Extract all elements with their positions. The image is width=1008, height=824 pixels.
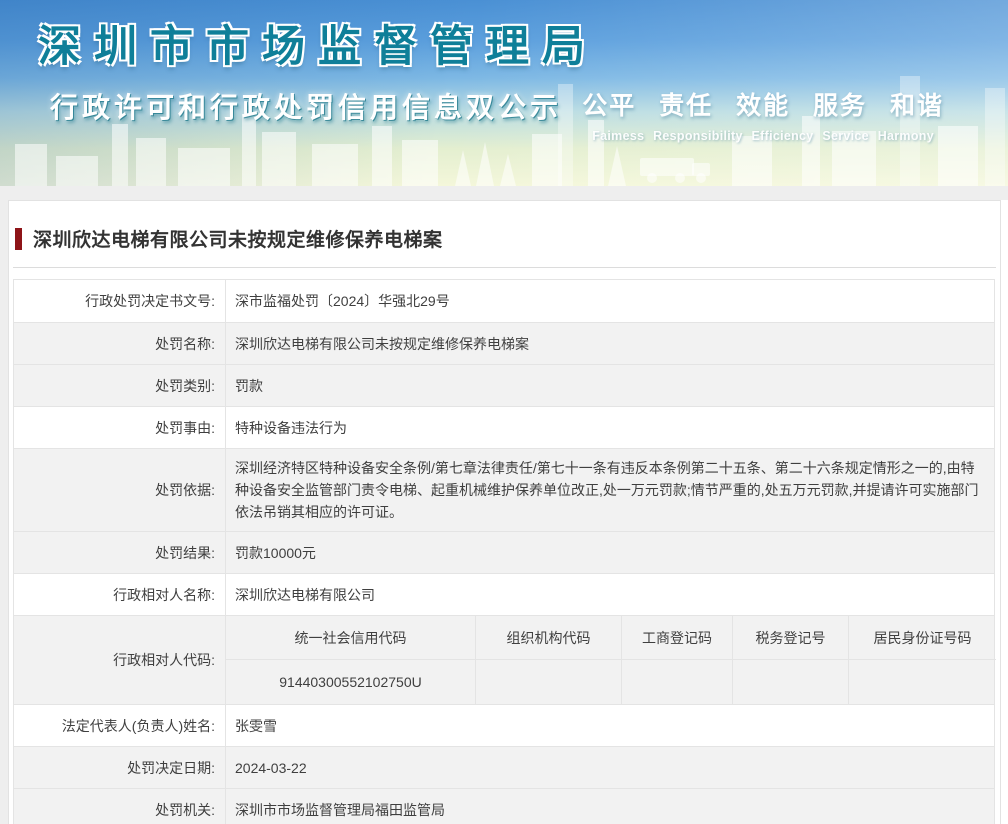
row-label: 处罚机关:: [14, 789, 226, 824]
row-value: 罚款: [235, 377, 263, 394]
table-row: 行政处罚决定书文号: 深市监福处罚〔2024〕华强北29号: [14, 280, 994, 322]
page-background-gap: [0, 186, 1008, 200]
row-value: 深圳经济特区特种设备安全条例/第七章法律责任/第七十一条有违反本条例第二十五条、…: [235, 460, 979, 520]
penalty-info-table: 行政处罚决定书文号: 深市监福处罚〔2024〕华强北29号 处罚名称: 深圳欣达电梯有…: [13, 279, 996, 824]
row-value: 统一社会信用代码 组织机构代码 工商登记码 税务登记号 居民身份证号码 914403005…: [226, 616, 996, 704]
row-label: 处罚决定日期:: [14, 747, 226, 788]
row-label: 行政处罚决定书文号:: [14, 280, 226, 322]
agency-title: 深圳市市场监督管理局: [38, 23, 598, 71]
title-divider: [13, 267, 996, 268]
code-value: 91440300552102750U: [279, 674, 422, 690]
table-row: 处罚类别: 罚款: [14, 364, 994, 406]
table-row: 行政相对人代码: 统一社会信用代码 组织机构代码 工商登记码 税务登记号 居民身份证号码 9…: [14, 615, 996, 704]
table-row: 处罚结果: 罚款10000元: [14, 531, 994, 573]
table-row: 处罚依据: 深圳经济特区特种设备安全条例/第七章法律责任/第七十一条有违反本条例第…: [14, 448, 994, 531]
table-row: 处罚决定日期: 2024-03-22: [14, 746, 994, 788]
table-row: 法定代表人(负责人)姓名: 张雯雪: [14, 704, 994, 746]
site-banner: 深圳市市场监督管理局 行政许可和行政处罚信用信息双公示 公平 责任 效能 服务 …: [0, 0, 1008, 186]
row-value: 深圳欣达电梯有限公司未按规定维修保养电梯案: [235, 335, 529, 352]
row-label: 处罚结果:: [14, 532, 226, 573]
table-row: 行政相对人名称: 深圳欣达电梯有限公司: [14, 573, 994, 615]
page-title: 深圳欣达电梯有限公司未按规定维修保养电梯案: [33, 230, 443, 251]
row-value: 张雯雪: [235, 717, 277, 734]
motto-chinese: 公平 责任 效能 服务 和谐: [582, 92, 944, 120]
page-body: 深圳欣达电梯有限公司未按规定维修保养电梯案 行政处罚决定书文号: 深市监福处罚〔2…: [0, 186, 1008, 824]
row-label: 处罚依据:: [14, 449, 226, 531]
case-title-row: 深圳欣达电梯有限公司未按规定维修保养电梯案: [9, 201, 1000, 252]
row-value: 2024-03-22: [235, 759, 307, 776]
code-column-header: 居民身份证号码: [848, 616, 996, 660]
row-value: 特种设备违法行为: [235, 419, 347, 436]
code-value: [621, 660, 732, 704]
code-column-header: 工商登记码: [621, 616, 732, 660]
motto-block: 公平 责任 效能 服务 和谐 Faimess Responsibility Ef…: [582, 86, 944, 143]
row-label: 处罚类别:: [14, 365, 226, 406]
content-card: 深圳欣达电梯有限公司未按规定维修保养电梯案 行政处罚决定书文号: 深市监福处罚〔2…: [8, 200, 1001, 824]
row-label: 行政相对人代码:: [14, 616, 226, 704]
row-label: 处罚事由:: [14, 407, 226, 448]
row-value: 深圳市市场监督管理局福田监管局: [235, 801, 445, 818]
title-marker: [15, 227, 22, 250]
code-column-header: 税务登记号: [732, 616, 848, 660]
banner-subtitle: 行政许可和行政处罚信用信息双公示: [50, 92, 563, 123]
row-value: 深市监福处罚〔2024〕华强北29号: [235, 293, 450, 309]
row-value: 罚款10000元: [235, 544, 316, 561]
codes-table: 统一社会信用代码 组织机构代码 工商登记码 税务登记号 居民身份证号码 914403005…: [226, 616, 996, 704]
row-label: 法定代表人(负责人)姓名:: [14, 705, 226, 746]
row-label: 行政相对人名称:: [14, 574, 226, 615]
row-label: 处罚名称:: [14, 323, 226, 364]
page-left-gutter: [0, 186, 8, 824]
code-column-header: 统一社会信用代码: [226, 616, 475, 660]
table-row: 处罚名称: 深圳欣达电梯有限公司未按规定维修保养电梯案: [14, 322, 994, 364]
code-value: [848, 660, 996, 704]
table-row: 处罚机关: 深圳市市场监督管理局福田监管局: [14, 788, 994, 824]
row-value: 深圳欣达电梯有限公司: [235, 586, 375, 603]
motto-english: Faimess Responsibility Efficiency Servic…: [592, 129, 934, 143]
code-value: [732, 660, 848, 704]
table-row: 处罚事由: 特种设备违法行为: [14, 406, 994, 448]
code-column-header: 组织机构代码: [475, 616, 621, 660]
code-value: [475, 660, 621, 704]
